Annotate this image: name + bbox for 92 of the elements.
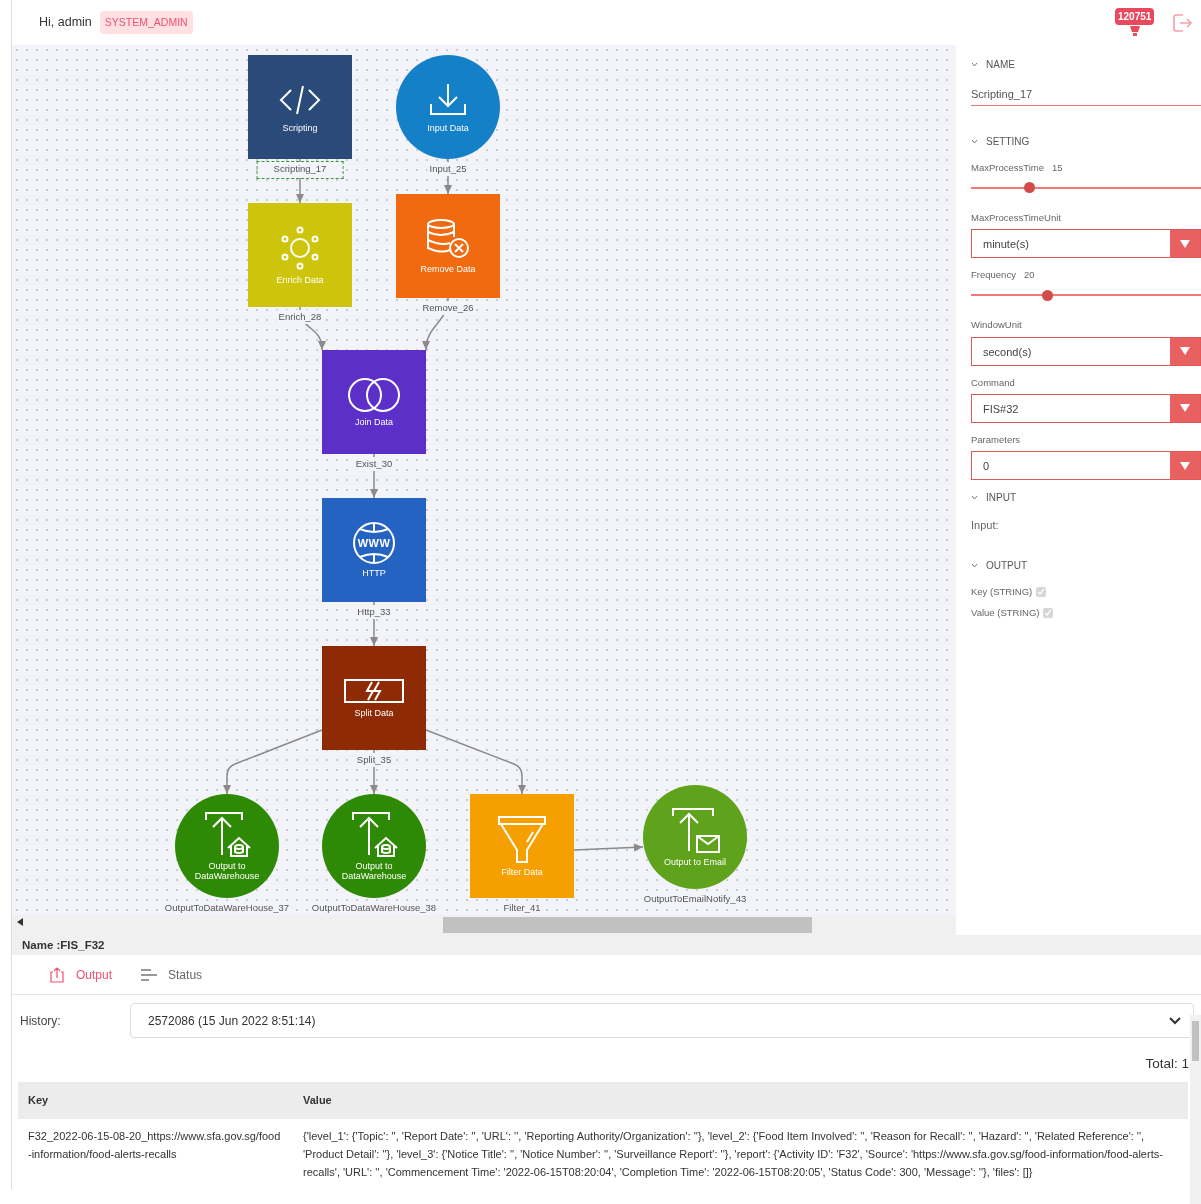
logout-icon[interactable]: [1171, 11, 1193, 34]
node-caption: Exist_30: [353, 457, 395, 472]
upload-warehouse-icon: [202, 810, 252, 859]
scrollbar-thumb[interactable]: [1192, 1021, 1199, 1061]
node-title: Filter Data: [500, 868, 544, 878]
column-header: Value: [293, 1082, 1188, 1119]
field-label: WindowUnit: [971, 318, 1023, 333]
checkbox-label: Value (STRING): [971, 605, 1040, 620]
chevron-icon[interactable]: [971, 495, 978, 500]
dropdown-field[interactable]: FIS#32: [971, 393, 1201, 423]
alarm-icon[interactable]: [1128, 23, 1142, 38]
flow-node[interactable]: Split Data: [322, 646, 426, 750]
caret-icon: [1180, 239, 1190, 248]
dropdown-field[interactable]: second(s): [971, 336, 1201, 366]
flow-node[interactable]: Remove Data: [396, 194, 500, 298]
flow-node[interactable]: Output to DataWarehouse: [175, 794, 279, 898]
column-header: Key: [18, 1082, 293, 1119]
dropdown-button[interactable]: [1170, 230, 1200, 257]
total-count: Total: 1: [1145, 1055, 1189, 1073]
table-cell: {'level_1': {'Topic': '', 'Report Date': '', 'URL': '', 'Reporting Authority/Organization': ''}, 'level_2': {'Food Item Involved': '', 'Reason for Recall': '', 'Hazard': '', 'Related Reference': '', 'Product Detail': ''}, 'level_3': {'Notice Title': '', 'Notice Number': '', 'Surveillance Report': ''}, 'report': {'Activity ID': 'F32', 'Source': 'https://www.sfa.gov.sg/food-information/food-alerts-recalls', 'URL': '', 'Commencement Time': '2022-06-15T08:20:04', 'Completion Time': '2022-06-15T08:20:05', 'Status Code': 300, 'Message': ''}, 'files': []}: [293, 1118, 1188, 1190]
dropdown-field[interactable]: 0: [971, 451, 1201, 480]
greeting-text: Hi, admin: [39, 14, 92, 32]
caret-icon: [1180, 404, 1190, 413]
table-cell: F32_2022-06-15-08-20_https://www.sfa.gov.sg/food-information/food-alerts-recalls: [18, 1118, 293, 1190]
flow-node[interactable]: WWW HTTP: [322, 498, 426, 602]
overlap-circles-icon: [346, 376, 402, 415]
field-label: MaxProcessTimeUnit: [971, 210, 1062, 225]
history-dropdown[interactable]: 2572086 (15 Jun 2022 8:51:14): [130, 1003, 1194, 1038]
flow-node[interactable]: Input Data: [396, 55, 500, 159]
section-title: SETTING: [986, 134, 1030, 149]
chevron-down-icon: [1169, 1016, 1181, 1025]
globe-icon: [352, 521, 396, 566]
node-title: Split Data: [353, 709, 395, 719]
scroll-left-arrow-icon[interactable]: [17, 918, 23, 926]
node-caption: Filter_41: [501, 901, 543, 915]
node-title: Enrich Data: [275, 276, 325, 286]
dropdown-button[interactable]: [1170, 452, 1200, 479]
scrollbar-thumb[interactable]: [443, 917, 812, 933]
tab[interactable]: Status: [140, 965, 203, 984]
checkbox-label: Key (STRING): [971, 584, 1033, 599]
node-caption: Http_33: [355, 605, 393, 620]
section-title: OUTPUT: [986, 558, 1028, 573]
slider-label: MaxProcessTime: [971, 160, 1045, 175]
node-title: Output to DataWarehouse: [340, 862, 408, 882]
slider-value: 15: [1052, 160, 1063, 175]
node-caption: Input_25: [427, 162, 469, 177]
slider-thumb[interactable]: [1023, 182, 1035, 194]
split-bar-icon: [342, 677, 406, 706]
flow-node[interactable]: Scripting: [248, 55, 352, 159]
flow-name: Name :FIS_F32: [12, 935, 1201, 955]
name-field[interactable]: Scripting_17: [971, 84, 1201, 106]
chevron-icon[interactable]: [971, 562, 978, 568]
dropdown-button[interactable]: [1170, 394, 1200, 422]
field-label: Parameters: [971, 432, 1022, 447]
slider-value: 20: [1023, 268, 1035, 282]
connector-arrow: [573, 843, 644, 852]
node-title: HTTP: [361, 569, 387, 579]
node-title: Output to DataWarehouse: [193, 862, 261, 882]
role-badge: SYSTEM_ADMIN: [99, 10, 193, 35]
node-title: Input Data: [426, 124, 470, 134]
flow-node[interactable]: Output to DataWarehouse: [322, 794, 426, 898]
dropdown-field[interactable]: minute(s): [971, 229, 1201, 258]
chevron-icon[interactable]: [971, 138, 978, 144]
section-title: NAME: [986, 58, 1015, 72]
upload-envelope-icon: [669, 806, 721, 855]
upload-warehouse-icon: [349, 810, 399, 859]
node-caption: Remove_26: [420, 301, 476, 316]
upload-icon: [48, 965, 66, 984]
node-caption: Split_35: [354, 753, 394, 768]
node-caption: OutputToEmailNotify_43: [641, 892, 749, 907]
flow-node[interactable]: Output to Email: [643, 785, 747, 889]
chevron-icon[interactable]: [971, 62, 978, 67]
tab[interactable]: Output: [48, 965, 113, 984]
globe-label: WWW: [357, 535, 391, 551]
node-title: Join Data: [354, 418, 394, 428]
lines-icon: [140, 967, 159, 982]
slider-label: Frequency: [971, 268, 1016, 282]
section-title: INPUT: [986, 491, 1016, 505]
field-label: Command: [971, 375, 1016, 390]
caret-icon: [1180, 461, 1190, 470]
input-label: Input:: [971, 518, 1000, 533]
notification-badge: 120751: [1115, 7, 1155, 25]
funnel-icon: [495, 814, 549, 865]
node-title: Scripting: [281, 124, 319, 134]
flow-node[interactable]: Join Data: [322, 350, 426, 454]
dropdown-button[interactable]: [1170, 337, 1200, 365]
node-title: Output to Email: [663, 858, 727, 868]
caret-icon: [1180, 347, 1190, 355]
slider-thumb[interactable]: [1041, 289, 1053, 301]
node-caption: Enrich_28: [276, 310, 324, 325]
node-title: Remove Data: [419, 265, 477, 275]
history-label: History:: [20, 1012, 62, 1030]
